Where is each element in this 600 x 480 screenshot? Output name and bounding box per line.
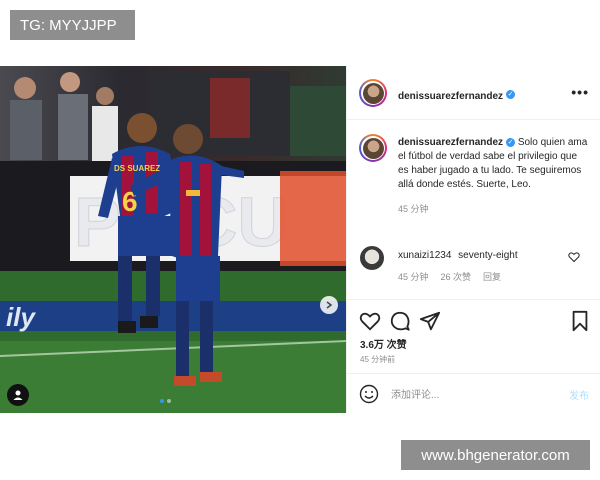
caption-author-avatar[interactable] [359, 134, 387, 162]
verified-badge-icon: ✓ [506, 137, 516, 147]
emoji-icon[interactable] [359, 384, 379, 404]
comment-like-heart-icon[interactable] [568, 251, 580, 263]
tagged-users-button[interactable] [7, 384, 29, 406]
likes-count[interactable]: 3.6万 次赞 [360, 336, 407, 351]
caption-time: 45 分钟 [398, 204, 429, 214]
post-header: denissuarezfernandez ✓ ••• [347, 66, 600, 120]
verified-badge-icon: ✓ [506, 90, 516, 100]
comment-bar: 发布 [347, 373, 600, 413]
comment-text: seventy-eight [458, 250, 518, 261]
comment-time: 45 分钟 [398, 272, 429, 282]
comment-likes[interactable]: 26 次赞 [441, 270, 472, 283]
comment-meta: 45 分钟 26 次赞 回复 [398, 270, 501, 283]
next-image-button[interactable] [320, 296, 338, 314]
comment-reply-button[interactable]: 回复 [483, 270, 501, 283]
post-side-panel: denissuarezfernandez ✓ ••• denissuarezfer… [346, 66, 600, 413]
ad-board-text: ily [6, 302, 36, 332]
author-username[interactable]: denissuarezfernandez [398, 91, 503, 102]
watermark-top: TG: MYYJJPP [10, 10, 135, 40]
carousel-dot [160, 399, 164, 403]
commenter-avatar[interactable] [360, 246, 384, 270]
post-comment-button[interactable]: 发布 [569, 387, 589, 402]
paper-plane-icon[interactable] [419, 310, 441, 332]
post-caption: denissuarezfernandez ✓ Solo quien ama el … [398, 136, 588, 216]
carousel-indicator [160, 399, 171, 403]
comment: xunaizi1234 seventy-eight [398, 250, 518, 261]
divider [347, 299, 600, 300]
comment-bubble-icon[interactable] [389, 310, 411, 332]
heart-icon[interactable] [359, 310, 381, 332]
author-avatar[interactable] [359, 79, 387, 107]
user-tag-icon [13, 390, 23, 400]
author-name-row: denissuarezfernandez ✓ [398, 86, 516, 104]
commenter-username[interactable]: xunaizi1234 [398, 250, 451, 261]
more-dots-icon: ••• [571, 84, 589, 100]
football-photo: PS CU ily DS SUAREZ 6 [0, 66, 346, 413]
action-bar [359, 310, 591, 334]
comment-input[interactable] [389, 384, 553, 406]
caption-author-username[interactable]: denissuarezfernandez [398, 137, 503, 148]
chevron-right-icon [326, 301, 333, 309]
post-media[interactable]: PS CU ily DS SUAREZ 6 [0, 66, 346, 413]
jersey-name: DS SUAREZ [114, 164, 160, 173]
more-options-button[interactable]: ••• [571, 84, 589, 100]
carousel-dot [167, 399, 171, 403]
bookmark-icon[interactable] [569, 310, 591, 332]
watermark-bottom: www.bhgenerator.com [401, 440, 590, 470]
post-time: 45 分钟前 [360, 355, 396, 364]
